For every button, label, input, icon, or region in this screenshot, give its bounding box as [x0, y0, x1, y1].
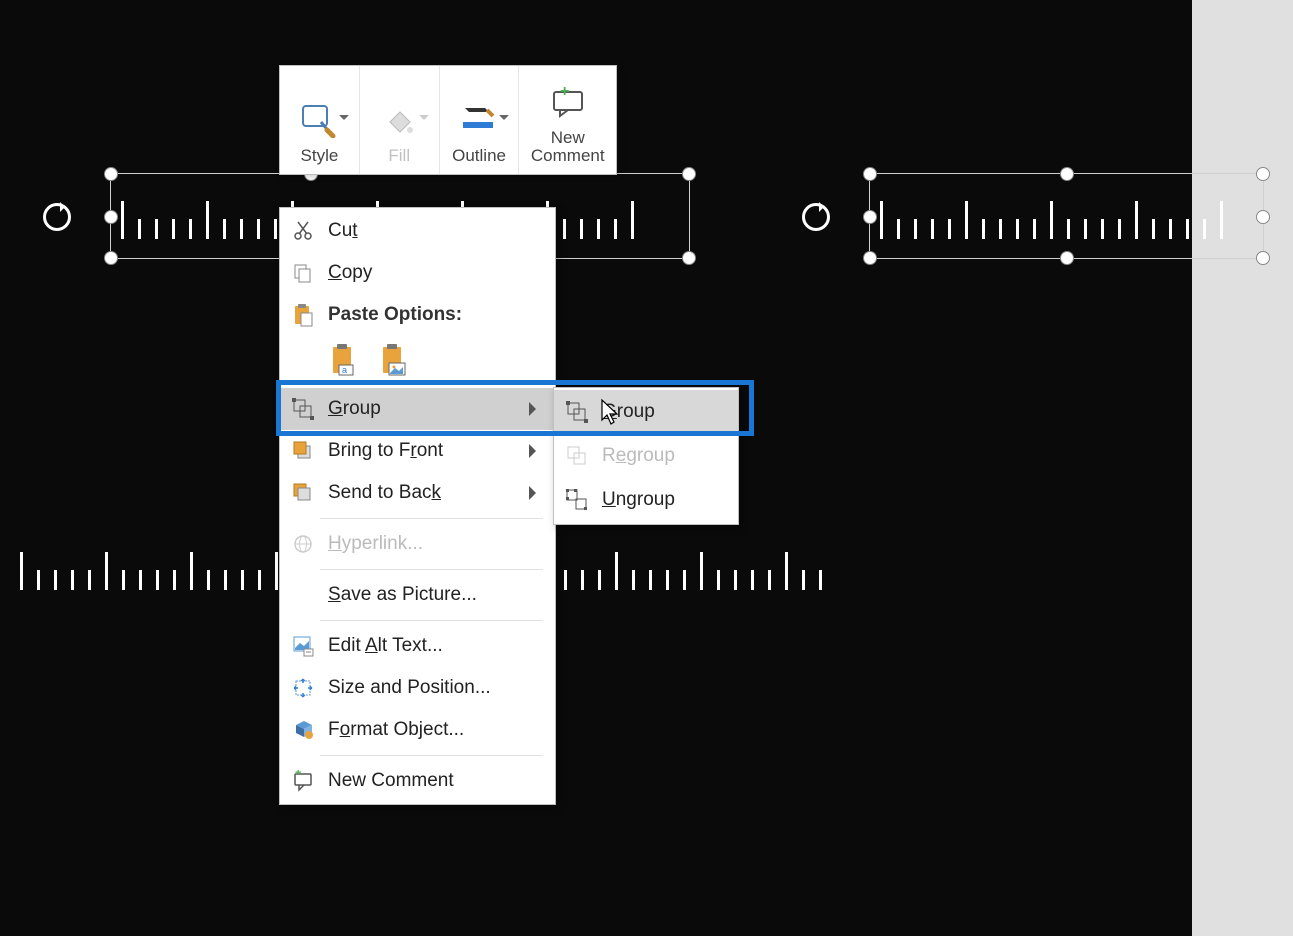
menu-send-to-back-label: Send to Back — [328, 482, 441, 504]
submenu-regroup-label: Regroup — [602, 445, 675, 467]
svg-text:a: a — [342, 365, 347, 375]
menu-group-label: Group — [328, 398, 381, 420]
selection-handle[interactable] — [1256, 167, 1270, 181]
menu-edit-alt-text[interactable]: Edit Alt Text... — [280, 625, 555, 667]
submenu-ungroup-label: Ungroup — [602, 489, 675, 511]
submenu-ungroup[interactable]: Ungroup — [554, 478, 738, 522]
selection-handle[interactable] — [682, 251, 696, 265]
selection-box-right[interactable] — [869, 173, 1264, 259]
menu-copy-label: Copy — [328, 262, 372, 284]
selection-handle[interactable] — [682, 167, 696, 181]
menu-bring-to-front[interactable]: Bring to Front — [280, 430, 555, 472]
new-comment-icon: + — [548, 83, 588, 123]
menu-separator — [320, 755, 543, 756]
selection-handle[interactable] — [1060, 167, 1074, 181]
group-submenu: Group Regroup Ungroup — [553, 387, 739, 525]
ungroup-icon — [564, 487, 590, 513]
menu-size-and-position[interactable]: Size and Position... — [280, 667, 555, 709]
format-object-icon — [290, 717, 316, 743]
menu-new-comment-label: New Comment — [328, 770, 454, 792]
selection-handle[interactable] — [863, 167, 877, 181]
paste-icon — [290, 302, 316, 328]
paste-options-row: a — [280, 336, 555, 388]
selection-handle[interactable] — [1060, 251, 1074, 265]
submenu-group-label: Group — [602, 401, 655, 423]
selection-handle[interactable] — [104, 210, 118, 224]
style-button[interactable]: Style — [280, 66, 360, 174]
menu-paste-options-header: Paste Options: — [280, 294, 555, 336]
hyperlink-icon — [290, 531, 316, 557]
outline-button[interactable]: Outline — [440, 66, 520, 174]
menu-format-object[interactable]: Format Object... — [280, 709, 555, 751]
outline-label: Outline — [452, 147, 506, 166]
menu-edit-alt-text-label: Edit Alt Text... — [328, 635, 443, 657]
fill-icon — [379, 101, 419, 141]
fill-button[interactable]: Fill — [360, 66, 440, 174]
selection-handle[interactable] — [863, 210, 877, 224]
menu-separator — [320, 569, 543, 570]
bring-to-front-icon — [290, 438, 316, 464]
menu-hyperlink: Hyperlink... — [280, 523, 555, 565]
mini-toolbar: Style Fill Outline + NewComment — [279, 65, 617, 175]
menu-format-object-label: Format Object... — [328, 719, 464, 741]
group-icon — [564, 399, 590, 425]
selection-handle[interactable] — [1256, 251, 1270, 265]
send-to-back-icon — [290, 480, 316, 506]
size-position-icon — [290, 675, 316, 701]
selection-handle[interactable] — [863, 251, 877, 265]
menu-cut-label: Cut — [328, 220, 358, 242]
fill-label: Fill — [388, 147, 410, 166]
submenu-group[interactable]: Group — [554, 390, 738, 434]
selection-handle[interactable] — [104, 251, 118, 265]
submenu-regroup: Regroup — [554, 434, 738, 478]
alt-text-icon — [290, 633, 316, 659]
paste-option-picture[interactable] — [378, 340, 412, 380]
submenu-arrow-icon — [529, 444, 543, 458]
menu-bring-to-front-label: Bring to Front — [328, 440, 443, 462]
selection-handle[interactable] — [104, 167, 118, 181]
outline-icon — [459, 101, 499, 141]
svg-text:+: + — [560, 86, 569, 100]
menu-group[interactable]: Group — [280, 388, 555, 430]
menu-separator — [320, 518, 543, 519]
blank-icon — [290, 582, 316, 608]
copy-icon — [290, 260, 316, 286]
submenu-arrow-icon — [529, 486, 543, 500]
rotate-handle[interactable] — [43, 203, 71, 231]
new-comment-label: NewComment — [531, 129, 605, 166]
regroup-icon — [564, 443, 590, 469]
style-label: Style — [301, 147, 339, 166]
cut-icon — [290, 218, 316, 244]
menu-new-comment[interactable]: + New Comment — [280, 760, 555, 802]
new-comment-button[interactable]: + NewComment — [519, 66, 616, 174]
menu-cut[interactable]: Cut — [280, 210, 555, 252]
context-menu: Cut Copy Paste Options: a Group Bring to… — [279, 207, 556, 805]
menu-copy[interactable]: Copy — [280, 252, 555, 294]
new-comment-icon: + — [290, 768, 316, 794]
svg-text:+: + — [295, 770, 301, 779]
submenu-arrow-icon — [529, 402, 543, 416]
menu-size-and-position-label: Size and Position... — [328, 677, 491, 699]
menu-save-as-picture[interactable]: Save as Picture... — [280, 574, 555, 616]
style-icon — [299, 101, 339, 141]
menu-save-as-picture-label: Save as Picture... — [328, 584, 477, 606]
rotate-handle[interactable] — [802, 203, 830, 231]
menu-separator — [320, 620, 543, 621]
menu-paste-options-label: Paste Options: — [328, 304, 462, 326]
paste-option-use-destination[interactable]: a — [328, 340, 362, 380]
menu-send-to-back[interactable]: Send to Back — [280, 472, 555, 514]
group-icon — [290, 396, 316, 422]
menu-hyperlink-label: Hyperlink... — [328, 533, 423, 555]
